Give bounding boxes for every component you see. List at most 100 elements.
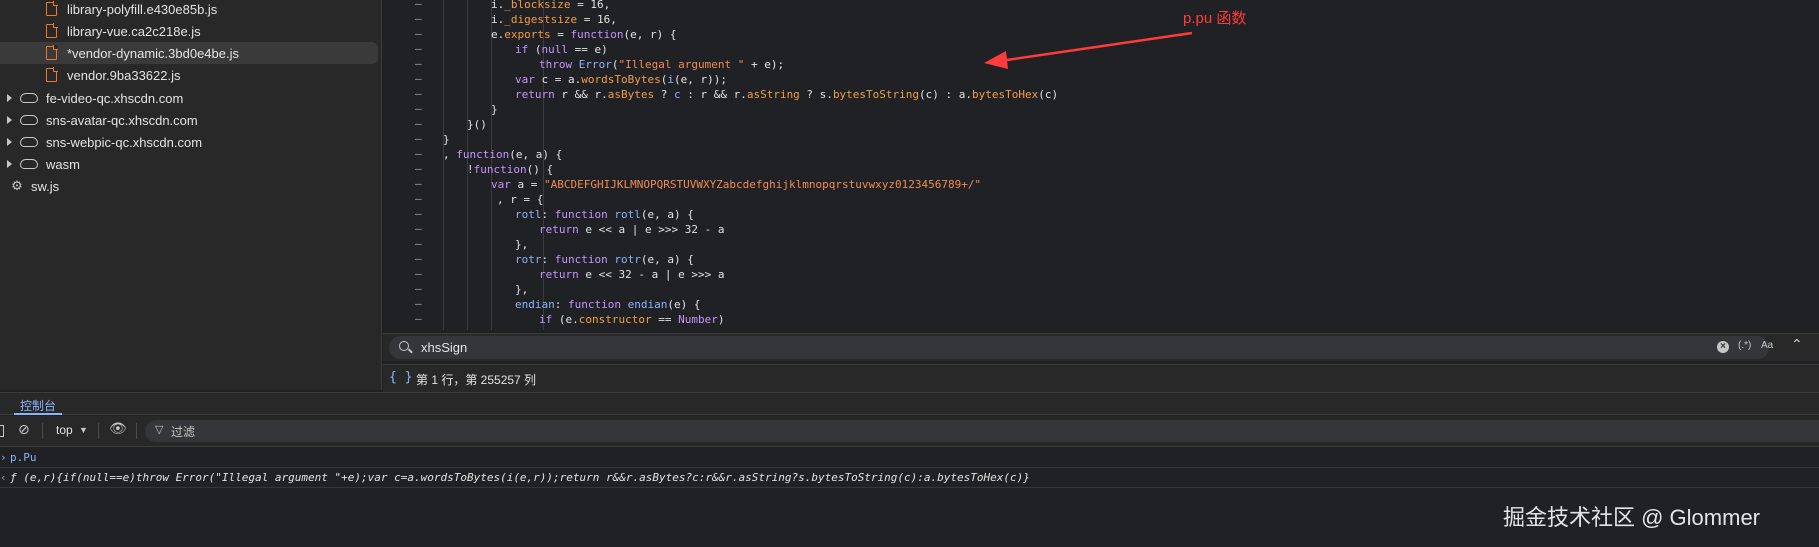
search-bar: xhsSign × (.*) Aa ⌃ <box>383 333 1819 361</box>
code-line[interactable]: var a = "ABCDEFGHIJKLMNOPQRSTUVWXYZabcde… <box>491 177 981 192</box>
tree-item-domain[interactable]: sns-avatar-qc.xhscdn.com <box>0 109 378 131</box>
drawer-tab-bar: 控制台 <box>0 392 1819 415</box>
gutter-marker: – <box>415 192 422 205</box>
cloud-icon <box>20 115 38 125</box>
toolbar-divider <box>42 423 43 439</box>
gutter-marker: – <box>415 117 422 130</box>
eye-icon[interactable]: 👁 <box>109 420 127 437</box>
code-line[interactable]: if (null == e) <box>515 42 608 57</box>
code-line[interactable]: endian: function endian(e) { <box>515 297 700 312</box>
code-line[interactable]: i._digestsize = 16, <box>491 12 617 27</box>
tree-item-label: *vendor-dynamic.3bd0e4be.js <box>67 45 239 61</box>
tree-item-file[interactable]: library-polyfill.e430e85b.js <box>0 0 378 20</box>
search-icon <box>399 341 409 351</box>
tree-item-label: sw.js <box>31 178 60 194</box>
gutter-marker: – <box>415 132 422 145</box>
console-input-text: p.Pu <box>10 451 37 464</box>
regex-toggle-button[interactable]: (.*) <box>1738 340 1751 351</box>
console-output[interactable]: › p.Pu ‹ ƒ (e,r){if(null==e)throw Error(… <box>0 448 1819 547</box>
code-line[interactable]: i._blocksize = 16, <box>491 0 610 12</box>
expand-triangle-icon[interactable] <box>7 160 12 168</box>
code-line[interactable]: , r = { <box>497 192 543 207</box>
code-line[interactable]: , function(e, a) { <box>443 147 562 162</box>
console-result-text[interactable]: ƒ (e,r){if(null==e)throw Error("Illegal … <box>10 471 1030 484</box>
gutter-marker: – <box>415 27 422 40</box>
tree-item-label: wasm <box>46 156 80 172</box>
console-result-row[interactable]: ‹ ƒ (e,r){if(null==e)throw Error("Illega… <box>0 468 1819 488</box>
match-case-button[interactable]: Aa <box>1761 340 1773 351</box>
gutter-marker: – <box>415 87 422 100</box>
pretty-print-icon[interactable]: { } <box>389 370 412 385</box>
tab-console[interactable]: 控制台 <box>20 397 56 414</box>
editor-status-bar: { } 第 1 行，第 255257 列 <box>383 364 1819 392</box>
gutter-marker: – <box>415 0 422 10</box>
console-toolbar: ⊘ top ▼ 👁 ▽ 过滤 <box>0 416 1819 447</box>
code-line[interactable]: e.exports = function(e, r) { <box>491 27 676 42</box>
chevron-up-icon[interactable]: ⌃ <box>1791 336 1803 353</box>
clear-search-button[interactable]: × <box>1717 341 1729 353</box>
code-line[interactable]: return e << a | e >>> 32 - a <box>539 222 724 237</box>
filter-placeholder: 过滤 <box>171 425 196 439</box>
tree-item-domain[interactable]: wasm <box>0 153 378 175</box>
indent-guide <box>443 0 444 330</box>
expand-triangle-icon[interactable] <box>7 138 12 146</box>
tree-item-label: library-polyfill.e430e85b.js <box>67 1 218 17</box>
expand-triangle-icon[interactable] <box>7 116 12 124</box>
clear-console-icon[interactable]: ⊘ <box>18 421 30 438</box>
code-line[interactable]: var c = a.wordsToBytes(i(e, r)); <box>515 72 727 87</box>
toolbar-divider <box>136 423 137 439</box>
active-tab-indicator <box>14 413 62 415</box>
tree-item-label: vendor.9ba33622.js <box>67 67 181 83</box>
search-input[interactable]: xhsSign × (.*) Aa <box>389 336 1773 359</box>
tree-item-file-selected[interactable]: *vendor-dynamic.3bd0e4be.js <box>0 42 378 64</box>
tree-item-file[interactable]: library-vue.ca2c218e.js <box>0 20 378 42</box>
tree-item-domain[interactable]: sns-webpic-qc.xhscdn.com <box>0 131 378 153</box>
gutter-marker: – <box>415 57 422 70</box>
filter-input[interactable]: ▽ 过滤 <box>145 420 1819 442</box>
search-query[interactable]: xhsSign <box>421 340 467 355</box>
gutter-marker: – <box>415 222 422 235</box>
code-line[interactable]: rotr: function rotr(e, a) { <box>515 252 694 267</box>
gutter-marker: – <box>415 177 422 190</box>
tree-item-label: sns-avatar-qc.xhscdn.com <box>46 112 198 128</box>
file-icon <box>46 45 58 60</box>
tree-item-label: library-vue.ca2c218e.js <box>67 23 201 39</box>
result-marker-icon: ‹ <box>0 471 7 484</box>
annotation-arrow-icon <box>984 31 1193 69</box>
context-selector[interactable]: top <box>56 423 73 437</box>
code-line[interactable]: throw Error("Illegal argument " + e); <box>539 57 784 72</box>
gutter-marker: – <box>415 102 422 115</box>
chevron-down-icon[interactable]: ▼ <box>79 425 88 435</box>
gutter-marker: – <box>415 252 422 265</box>
code-line[interactable]: return e << 32 - a | e >>> a <box>539 267 724 282</box>
tree-item-label: sns-webpic-qc.xhscdn.com <box>46 134 203 150</box>
code-line[interactable]: }() <box>467 117 487 132</box>
cursor-position: 第 1 行，第 255257 列 <box>416 373 537 387</box>
file-icon <box>46 1 58 16</box>
code-line[interactable]: if (e.constructor == Number) <box>539 312 724 327</box>
tree-item-file[interactable]: vendor.9ba33622.js <box>0 64 378 86</box>
gutter-marker: – <box>415 297 422 310</box>
toolbar-divider <box>98 423 99 439</box>
filter-icon: ▽ <box>155 424 164 436</box>
gutter-marker: – <box>415 207 422 220</box>
tree-item-worker[interactable]: ⚙ sw.js <box>0 175 378 197</box>
sidebar-toggle-icon[interactable] <box>0 425 4 437</box>
code-line[interactable]: } <box>491 102 498 117</box>
code-line[interactable]: } <box>443 132 450 147</box>
tree-item-domain[interactable]: fe-video-qc.xhscdn.com <box>0 87 378 109</box>
cloud-icon <box>20 159 38 169</box>
code-line[interactable]: !function() { <box>467 162 553 177</box>
expand-triangle-icon[interactable] <box>7 94 12 102</box>
gear-icon: ⚙ <box>11 178 23 193</box>
console-input-row: › p.Pu <box>0 448 1819 468</box>
code-line[interactable]: return r && r.asBytes ? c : r && r.asStr… <box>515 87 1058 102</box>
gutter-marker: – <box>415 282 422 295</box>
code-line[interactable]: }, <box>515 237 528 252</box>
gutter-marker: – <box>415 267 422 280</box>
prompt-chevron-icon: › <box>0 451 7 464</box>
gutter-marker: – <box>415 42 422 55</box>
code-line[interactable]: rotl: function rotl(e, a) { <box>515 207 694 222</box>
code-line[interactable]: }, <box>515 282 528 297</box>
cloud-icon <box>20 93 38 103</box>
